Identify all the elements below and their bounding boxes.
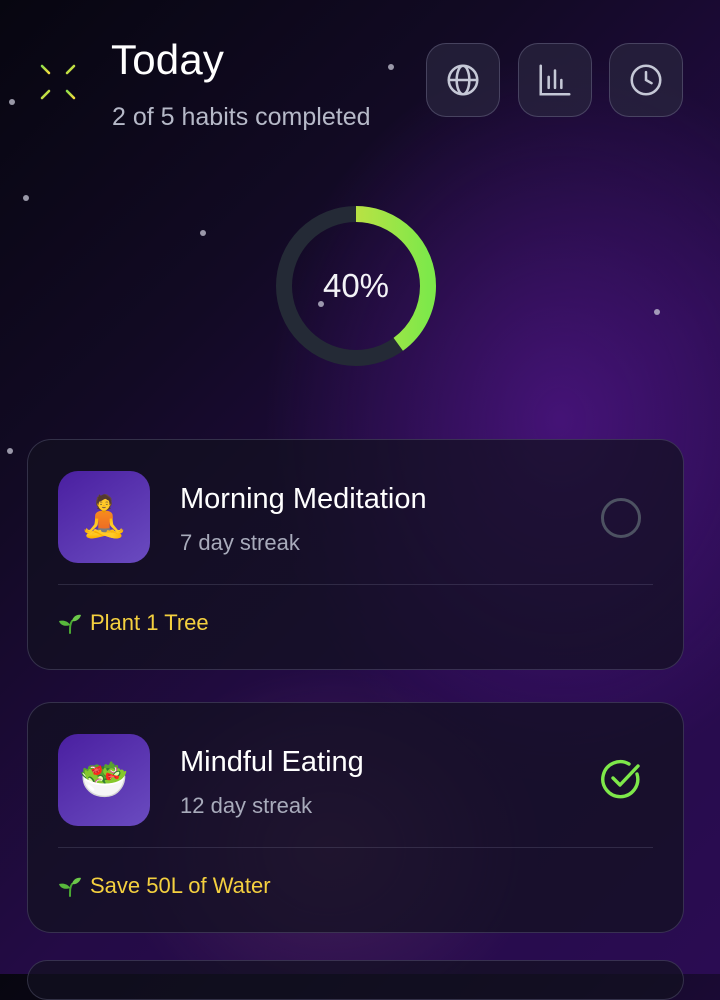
seedling-icon bbox=[59, 614, 81, 634]
incomplete-checkbox[interactable] bbox=[599, 496, 643, 540]
habit-card-partial[interactable] bbox=[27, 960, 684, 1000]
background-dot bbox=[654, 309, 660, 315]
habit-name: Mindful Eating bbox=[180, 746, 364, 778]
background-dot bbox=[388, 64, 394, 70]
impact-label: Plant 1 Tree bbox=[90, 610, 209, 635]
sparkle-burst-icon bbox=[32, 56, 84, 108]
history-button[interactable] bbox=[609, 43, 683, 117]
background-dot bbox=[23, 195, 29, 201]
habit-card[interactable]: 🥗 Mindful Eating 12 day streak Save 50L … bbox=[27, 702, 684, 933]
completed-check-icon[interactable] bbox=[599, 757, 643, 801]
impact-label: Save 50L of Water bbox=[90, 873, 271, 898]
seedling-icon bbox=[59, 877, 81, 897]
globe-button[interactable] bbox=[426, 43, 500, 117]
progress-percentage: 40% bbox=[322, 267, 390, 304]
background-dot bbox=[200, 230, 206, 236]
card-divider bbox=[58, 847, 653, 848]
habits-completed-summary: 2 of 5 habits completed bbox=[112, 103, 371, 131]
card-divider bbox=[58, 584, 653, 585]
impact-row: Plant 1 Tree bbox=[58, 610, 209, 636]
meditation-icon: 🧘 bbox=[58, 471, 150, 563]
salad-bowl-icon: 🥗 bbox=[58, 734, 150, 826]
page-title: Today bbox=[111, 36, 225, 83]
habit-streak: 7 day streak bbox=[180, 530, 300, 555]
habit-streak: 12 day streak bbox=[180, 793, 313, 818]
bar-chart-icon bbox=[539, 64, 571, 96]
habit-card[interactable]: 🧘 Morning Meditation 7 day streak Plant … bbox=[27, 439, 684, 670]
statistics-button[interactable] bbox=[518, 43, 592, 117]
impact-row: Save 50L of Water bbox=[58, 873, 271, 899]
globe-icon bbox=[447, 64, 479, 96]
background-dot bbox=[7, 448, 13, 454]
background-dot bbox=[9, 99, 15, 105]
habit-name: Morning Meditation bbox=[180, 483, 427, 515]
clock-icon bbox=[630, 64, 662, 96]
